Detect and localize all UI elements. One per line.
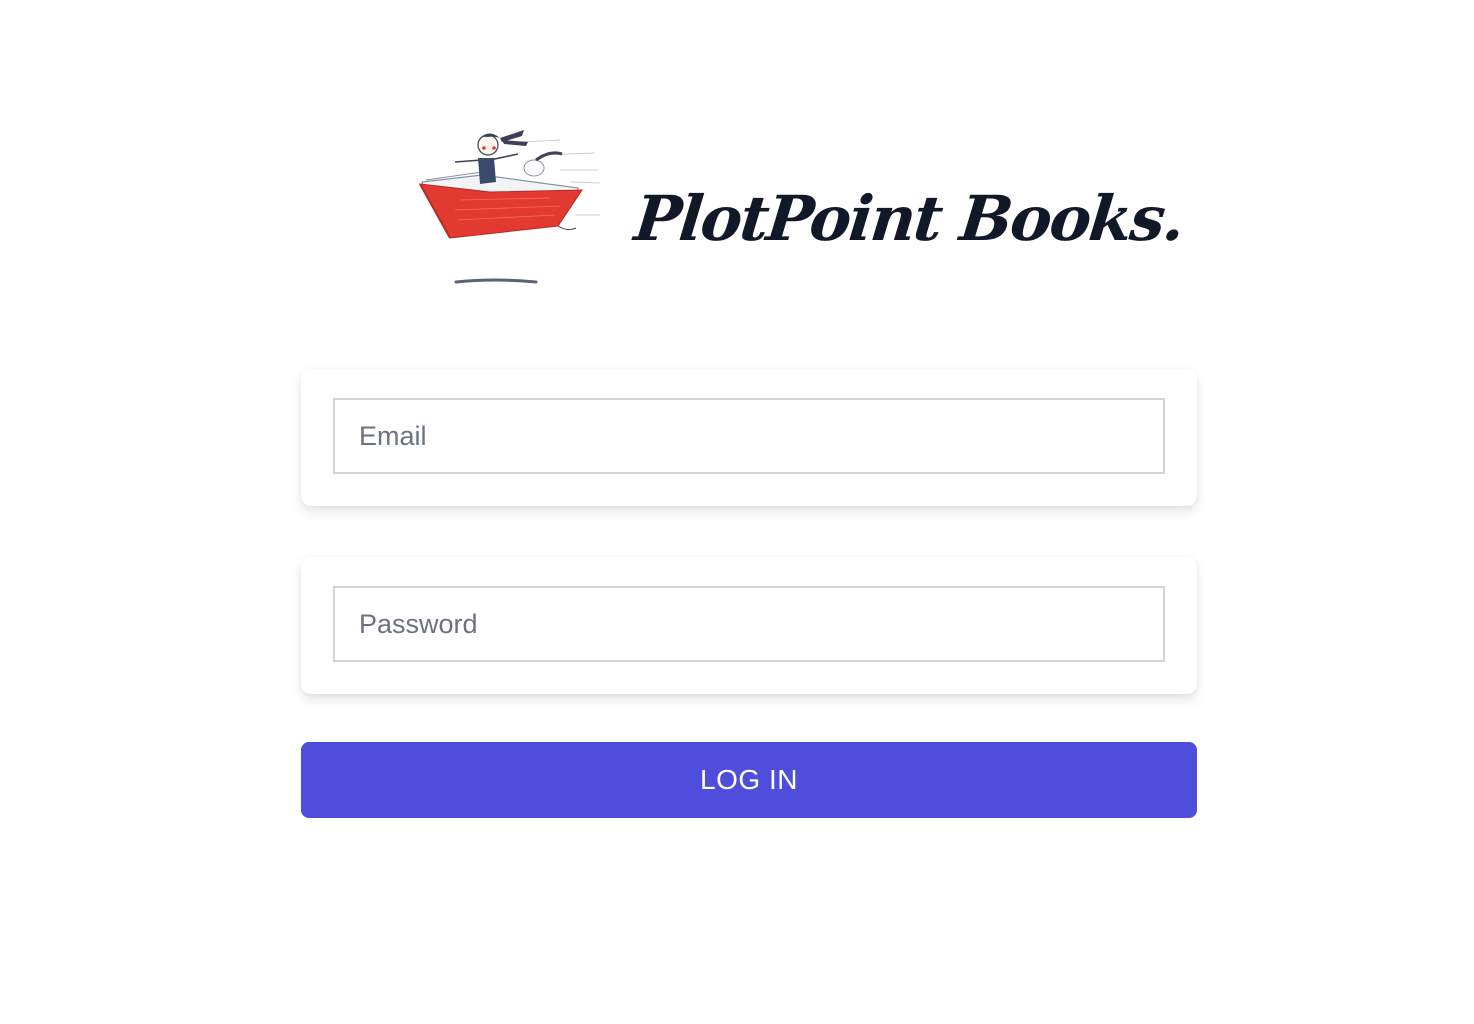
login-page: PlotPoint Books. LOG IN	[0, 0, 1474, 1024]
login-button[interactable]: LOG IN	[301, 742, 1197, 818]
password-field[interactable]	[333, 586, 1165, 662]
email-field[interactable]	[333, 398, 1165, 474]
email-card	[301, 369, 1197, 506]
brand-name: PlotPoint Books.	[631, 182, 1187, 255]
girl-on-flying-book-logo-icon	[419, 130, 601, 284]
brand-header: PlotPoint Books.	[410, 120, 1187, 300]
password-card	[301, 557, 1197, 694]
